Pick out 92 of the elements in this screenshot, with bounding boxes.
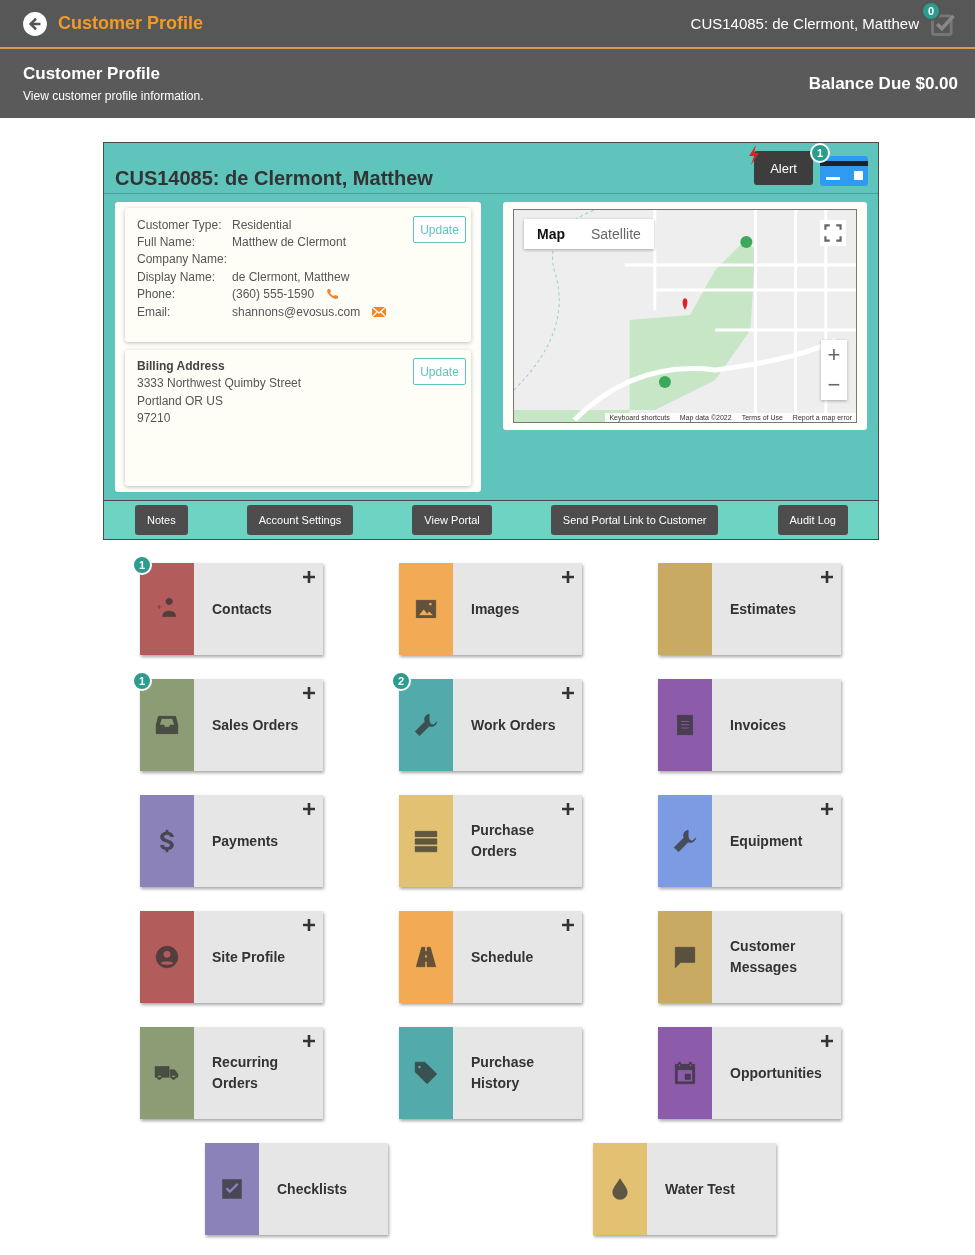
zoom-out-button[interactable]: − xyxy=(821,370,847,400)
fullscreen-icon[interactable] xyxy=(820,220,846,246)
zoom-in-button[interactable]: + xyxy=(821,340,847,370)
tile-label: Recurring Orders xyxy=(212,1053,280,1093)
server-icon xyxy=(413,828,439,854)
tile-label: Payments xyxy=(212,831,280,851)
map-type-tab[interactable]: Satellite xyxy=(578,219,654,249)
add-icon[interactable] xyxy=(562,919,574,931)
field-value: de Clermont, Matthew xyxy=(232,269,350,284)
tile-label: Purchase Orders xyxy=(471,821,536,861)
map-type-tab[interactable]: Map xyxy=(524,219,578,249)
wrench-icon xyxy=(672,828,698,854)
page-title: Customer Profile xyxy=(58,13,204,34)
field-label: Company Name: xyxy=(137,252,229,267)
count-badge: 1 xyxy=(810,143,830,163)
module-tile[interactable]: Invoices xyxy=(658,679,841,771)
action-button[interactable]: Audit Log xyxy=(777,505,848,535)
tile-label: Work Orders xyxy=(471,715,557,735)
tile-label: Customer Messages xyxy=(730,937,798,977)
count-badge: 2 xyxy=(391,671,411,691)
add-icon[interactable] xyxy=(562,571,574,583)
field-value: (360) 555-1590 xyxy=(232,287,315,302)
field-value: shannons@evosus.com xyxy=(232,304,361,319)
tile-label: Images xyxy=(471,599,521,619)
action-button[interactable]: View Portal xyxy=(412,505,492,535)
module-tile[interactable]: Payments xyxy=(140,795,323,887)
customer-title: CUS14085: de Clermont, Matthew xyxy=(115,167,434,191)
mail-icon[interactable] xyxy=(372,306,387,317)
module-tile[interactable]: Estimates xyxy=(658,563,841,655)
tile-label: Sales Orders xyxy=(212,715,300,735)
add-icon[interactable] xyxy=(303,1035,315,1047)
tile-label: Purchase History xyxy=(471,1053,536,1093)
module-tile[interactable]: Images xyxy=(399,563,582,655)
address-line: 3333 Northwest Quimby Street xyxy=(137,375,302,393)
tile-label: Equipment xyxy=(730,831,804,851)
road-icon xyxy=(413,944,439,970)
add-icon[interactable] xyxy=(562,687,574,699)
count-badge: 1 xyxy=(132,555,152,575)
tile-label: Estimates xyxy=(730,599,798,619)
credit-card-icon[interactable] xyxy=(820,156,868,186)
module-tile[interactable]: Customer Messages xyxy=(658,911,841,1003)
lightning-icon xyxy=(748,145,760,165)
action-button[interactable]: Send Portal Link to Customer xyxy=(550,505,719,535)
tile-label: Opportunities xyxy=(730,1063,820,1083)
chat-bubble-icon xyxy=(672,944,698,970)
tile-label: Invoices xyxy=(730,715,788,735)
module-tile[interactable]: Opportunities xyxy=(658,1027,841,1119)
balance-due: Balance Due $0.00 xyxy=(808,73,958,94)
alert-button[interactable]: Alert xyxy=(754,151,813,185)
module-tile[interactable]: Recurring Orders xyxy=(140,1027,323,1119)
tile-label: Water Test xyxy=(665,1179,736,1199)
add-icon[interactable] xyxy=(821,571,833,583)
field-value: Residential xyxy=(232,217,292,232)
tile-label: Contacts xyxy=(212,599,273,619)
field-value: Matthew de Clermont xyxy=(232,235,347,250)
checkbox-icon xyxy=(219,1176,245,1202)
tag-icon xyxy=(413,1060,439,1086)
add-icon[interactable] xyxy=(303,571,315,583)
address-line: Portland OR US xyxy=(137,392,225,410)
field-label: Full Name: xyxy=(137,235,196,250)
tile-label: Site Profile xyxy=(212,947,287,967)
field-label: Customer Type: xyxy=(137,217,223,232)
module-tile[interactable]: Purchase History xyxy=(399,1027,582,1119)
field-label: Email: xyxy=(137,304,172,319)
module-tile[interactable]: Site Profile xyxy=(140,911,323,1003)
add-icon[interactable] xyxy=(303,687,315,699)
add-icon[interactable] xyxy=(821,1035,833,1047)
module-tile[interactable]: Checklists xyxy=(205,1143,388,1235)
calendar-icon xyxy=(672,1060,698,1086)
count-badge: 1 xyxy=(132,671,152,691)
add-icon[interactable] xyxy=(821,803,833,815)
field-label: Phone: xyxy=(137,287,177,302)
section-title: Customer Profile xyxy=(23,64,161,84)
add-icon[interactable] xyxy=(562,803,574,815)
customer-name: CUS14085: de Clermont, Matthew xyxy=(690,15,919,32)
tile-label: Checklists xyxy=(277,1179,349,1199)
module-tile[interactable]: Water Test xyxy=(593,1143,776,1235)
action-button[interactable]: Account Settings xyxy=(246,505,354,535)
section-subtitle: View customer profile information. xyxy=(23,89,204,103)
module-tile[interactable]: Purchase Orders xyxy=(399,795,582,887)
tile-label: Schedule xyxy=(471,947,535,967)
add-icon[interactable] xyxy=(303,919,315,931)
billing-title: Billing Address xyxy=(137,358,226,375)
back-icon[interactable] xyxy=(22,10,48,37)
field-label: Display Name: xyxy=(137,269,217,284)
module-tile[interactable]: Schedule xyxy=(399,911,582,1003)
wrench-icon xyxy=(413,712,439,738)
address-line: 97210 xyxy=(137,410,172,428)
add-icon[interactable] xyxy=(303,803,315,815)
action-button[interactable]: Notes xyxy=(135,505,188,535)
module-tile[interactable]: Equipment xyxy=(658,795,841,887)
count-badge: 0 xyxy=(921,0,941,21)
